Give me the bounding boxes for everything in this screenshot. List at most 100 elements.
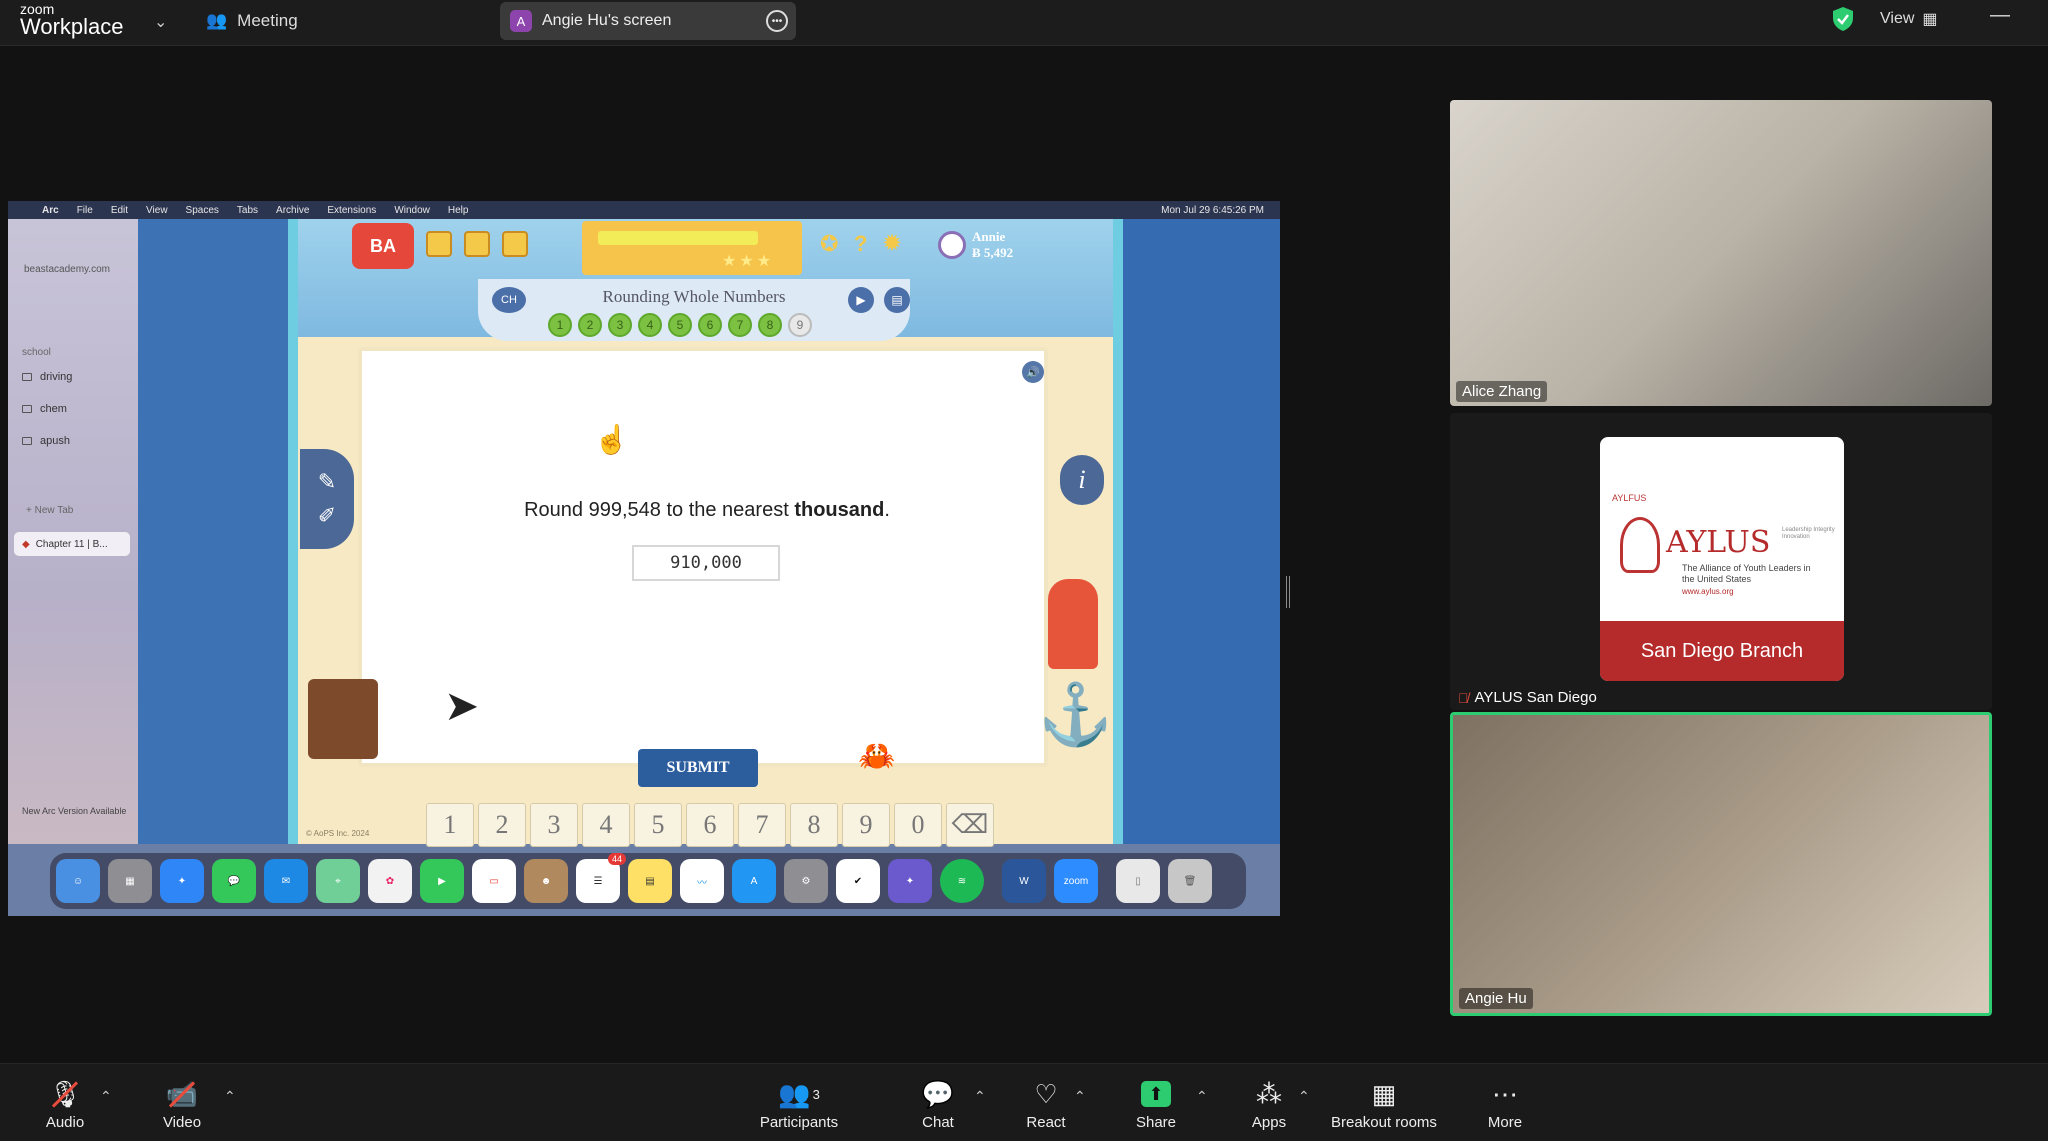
pencil-icon[interactable]: ✎ bbox=[318, 469, 336, 495]
home-icon[interactable] bbox=[426, 231, 452, 257]
puzzle-icon[interactable] bbox=[502, 231, 528, 257]
zoom-icon[interactable]: zoom bbox=[1054, 859, 1098, 903]
maps-icon[interactable]: ⌖ bbox=[316, 859, 360, 903]
progress-dot[interactable]: 5 bbox=[668, 313, 692, 337]
video-tile-alice[interactable]: Alice Zhang bbox=[1450, 100, 1992, 406]
arc-url[interactable]: beastacademy.com bbox=[24, 264, 110, 275]
progress-dot[interactable]: 6 bbox=[698, 313, 722, 337]
scratch-tools[interactable]: ✎ ✐ bbox=[300, 449, 354, 549]
shared-screen[interactable]: Arc File Edit View Spaces Tabs Archive E… bbox=[8, 201, 1280, 916]
more-options-icon[interactable]: ••• bbox=[766, 10, 788, 32]
spotify-icon[interactable]: ≋ bbox=[940, 859, 984, 903]
app-store-icon[interactable]: A bbox=[732, 859, 776, 903]
mac-menu-tabs[interactable]: Tabs bbox=[237, 205, 258, 216]
minimize-icon[interactable]: — bbox=[1990, 4, 2010, 27]
backspace-icon[interactable]: ⌫ bbox=[946, 803, 994, 847]
gear-icon[interactable]: ✹ bbox=[882, 229, 902, 258]
mac-menu-help[interactable]: Help bbox=[448, 205, 469, 216]
facetime-icon[interactable]: ▶ bbox=[420, 859, 464, 903]
progress-dot[interactable]: 3 bbox=[608, 313, 632, 337]
mac-menu-spaces[interactable]: Spaces bbox=[186, 205, 219, 216]
info-icon[interactable]: i bbox=[1060, 455, 1104, 505]
notes-icon[interactable]: ▤ bbox=[628, 859, 672, 903]
mac-menu-arc[interactable]: Arc bbox=[42, 205, 59, 216]
progress-dot[interactable]: 8 bbox=[758, 313, 782, 337]
beast-academy-logo[interactable]: BA bbox=[352, 223, 414, 269]
chat-button[interactable]: 💬 Chat bbox=[916, 1078, 960, 1132]
key-7[interactable]: 7 bbox=[738, 803, 786, 847]
mac-menu-view[interactable]: View bbox=[146, 205, 168, 216]
mac-menu-extensions[interactable]: Extensions bbox=[327, 205, 376, 216]
trash-icon[interactable]: 🗑 bbox=[1168, 859, 1212, 903]
audio-options-chevron-icon[interactable]: ⌃ bbox=[100, 1088, 112, 1105]
apps-button[interactable]: ⁂ Apps bbox=[1248, 1078, 1290, 1132]
key-4[interactable]: 4 bbox=[582, 803, 630, 847]
key-5[interactable]: 5 bbox=[634, 803, 682, 847]
security-shield-icon[interactable] bbox=[1832, 6, 1854, 32]
arc-folder-chem[interactable]: chem bbox=[22, 403, 67, 415]
award-icon[interactable]: ✪ bbox=[820, 231, 838, 257]
arc-update-notice[interactable]: New Arc Version Available bbox=[22, 806, 126, 816]
tasks-icon[interactable]: ✔ bbox=[836, 859, 880, 903]
progress-dot[interactable]: 1 bbox=[548, 313, 572, 337]
zoom-workplace-logo[interactable]: zoom Workplace bbox=[20, 2, 124, 38]
eraser-icon[interactable]: ✐ bbox=[318, 503, 336, 529]
share-button[interactable]: ⬆ Share bbox=[1134, 1078, 1178, 1131]
view-button[interactable]: View ▦ bbox=[1880, 9, 1938, 29]
share-options-chevron-icon[interactable]: ⌃ bbox=[1196, 1088, 1208, 1105]
freeform-icon[interactable]: 〰 bbox=[680, 859, 724, 903]
progress-dot-current[interactable]: 9 bbox=[788, 313, 812, 337]
user-info[interactable]: Annie Ƀ 5,492 bbox=[972, 229, 1013, 260]
chevron-down-icon[interactable]: ⌄ bbox=[154, 12, 167, 32]
play-icon[interactable]: ▶ bbox=[848, 287, 874, 313]
speaker-icon[interactable]: 🔊 bbox=[1022, 361, 1044, 383]
reminders-icon[interactable]: ☰ 44 bbox=[576, 853, 626, 903]
key-2[interactable]: 2 bbox=[478, 803, 526, 847]
mac-menu-file[interactable]: File bbox=[77, 205, 93, 216]
key-3[interactable]: 3 bbox=[530, 803, 578, 847]
progress-dot[interactable]: 4 bbox=[638, 313, 662, 337]
mac-menu-edit[interactable]: Edit bbox=[111, 205, 128, 216]
contacts-icon[interactable]: ☻ bbox=[524, 859, 568, 903]
settings-icon[interactable]: ⚙ bbox=[784, 859, 828, 903]
more-button[interactable]: ⋯ More bbox=[1484, 1078, 1526, 1132]
lesson-book-icon[interactable]: ▤ bbox=[884, 287, 910, 313]
photos-icon[interactable]: ✿ bbox=[368, 859, 412, 903]
submit-button[interactable]: SUBMIT bbox=[638, 749, 758, 787]
documents-icon[interactable]: ▯ bbox=[1116, 859, 1160, 903]
react-options-chevron-icon[interactable]: ⌃ bbox=[1074, 1088, 1086, 1105]
video-tile-angie[interactable]: Angie Hu bbox=[1450, 712, 1992, 1016]
audio-button[interactable]: 🎙 Audio bbox=[40, 1078, 90, 1132]
finder-icon[interactable]: ☺ bbox=[56, 859, 100, 903]
mail-icon[interactable]: ✉ bbox=[264, 859, 308, 903]
video-button[interactable]: 📹 Video bbox=[156, 1078, 208, 1132]
key-6[interactable]: 6 bbox=[686, 803, 734, 847]
mac-menu-archive[interactable]: Archive bbox=[276, 205, 309, 216]
video-options-chevron-icon[interactable]: ⌃ bbox=[224, 1088, 236, 1105]
messages-icon[interactable]: 💬 bbox=[212, 859, 256, 903]
help-icon[interactable]: ? bbox=[854, 231, 867, 257]
key-1[interactable]: 1 bbox=[426, 803, 474, 847]
apps-options-chevron-icon[interactable]: ⌃ bbox=[1298, 1088, 1310, 1105]
arc-active-tab[interactable]: ◆ Chapter 11 | B... bbox=[14, 532, 130, 556]
key-8[interactable]: 8 bbox=[790, 803, 838, 847]
safari-icon[interactable]: ✦ bbox=[160, 859, 204, 903]
split-handle[interactable] bbox=[1286, 576, 1290, 608]
participants-button[interactable]: 👥 3 Participants bbox=[756, 1078, 842, 1132]
word-icon[interactable]: W bbox=[1002, 859, 1046, 903]
key-0[interactable]: 0 bbox=[894, 803, 942, 847]
breakout-rooms-button[interactable]: ▦ Breakout rooms bbox=[1326, 1078, 1442, 1132]
meeting-menu[interactable]: 👥 Meeting bbox=[206, 11, 298, 31]
react-button[interactable]: ♡ React bbox=[1024, 1078, 1068, 1132]
chat-options-chevron-icon[interactable]: ⌃ bbox=[974, 1088, 986, 1105]
book-icon[interactable] bbox=[464, 231, 490, 257]
shared-screen-pill[interactable]: A Angie Hu's screen ••• bbox=[500, 2, 796, 40]
arc-folder-apush[interactable]: apush bbox=[22, 435, 70, 447]
user-avatar[interactable] bbox=[938, 231, 966, 259]
arc-new-tab[interactable]: + New Tab bbox=[26, 505, 73, 516]
keynote-icon[interactable]: ✦ bbox=[888, 859, 932, 903]
progress-dot[interactable]: 2 bbox=[578, 313, 602, 337]
calendar-icon[interactable]: ▭ bbox=[472, 859, 516, 903]
video-tile-aylus[interactable]: AYLFUS AYLUS Leadership Integrity Innova… bbox=[1450, 413, 1992, 710]
arc-folder-driving[interactable]: driving bbox=[22, 371, 72, 383]
